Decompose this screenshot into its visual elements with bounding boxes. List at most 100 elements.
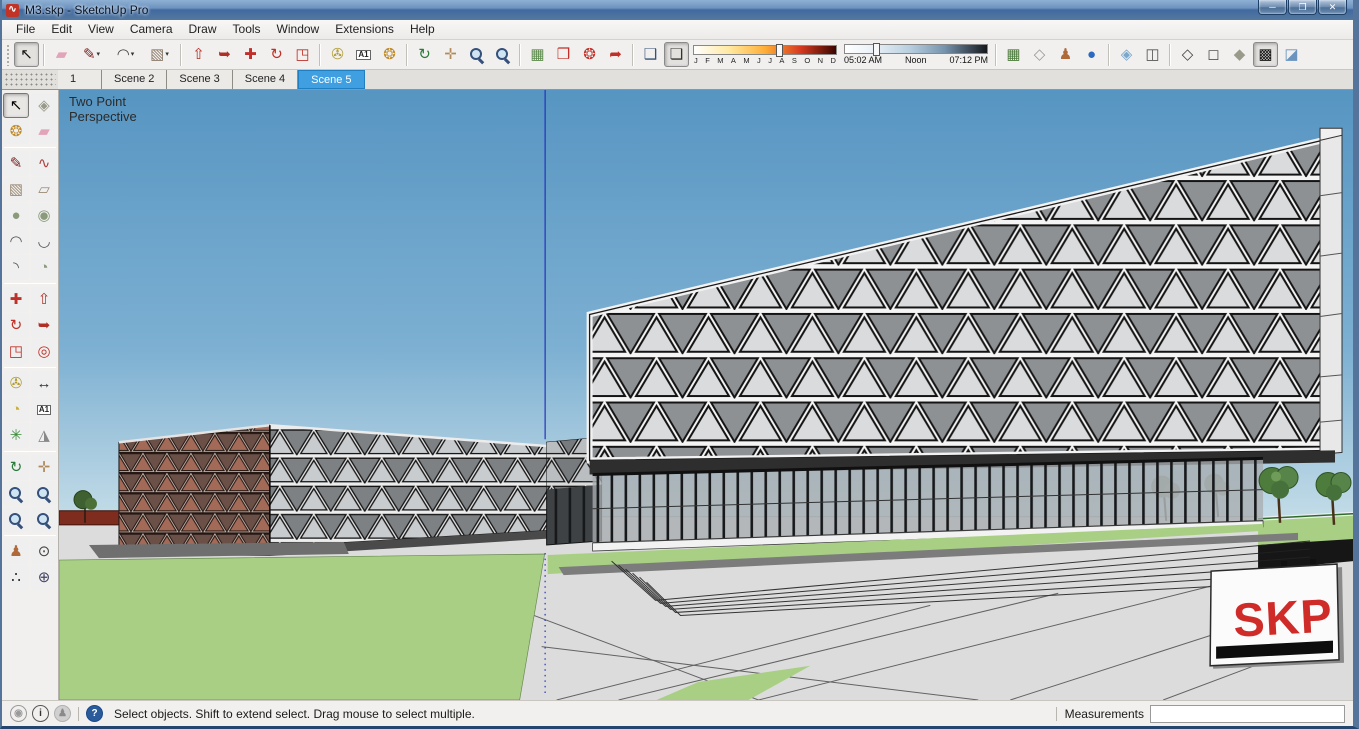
rotate-tool[interactable]: ↻ bbox=[3, 313, 29, 338]
look-around-tool[interactable]: ⊙ bbox=[31, 539, 57, 564]
make-component-tool[interactable]: ◈ bbox=[31, 93, 57, 118]
model-viewport[interactable]: SKP Two Point Perspective bbox=[59, 90, 1353, 700]
rectangle-tool[interactable]: ▧ bbox=[3, 177, 29, 202]
arc-tool[interactable]: ◠ ▾ bbox=[109, 42, 142, 67]
position-camera-tool[interactable]: ♟ bbox=[3, 539, 29, 564]
paint-bucket-tool[interactable]: ❂ bbox=[377, 42, 402, 67]
photo-textures-button[interactable]: ♟ bbox=[1053, 42, 1078, 67]
warehouse-3d-tool[interactable]: ❒ bbox=[551, 42, 576, 67]
circle-tool[interactable]: ● bbox=[3, 203, 29, 228]
orbit-tool[interactable]: ↻ bbox=[3, 455, 29, 480]
dimensions-tool[interactable]: ↔ bbox=[31, 371, 57, 396]
menu-tools[interactable]: Tools bbox=[225, 20, 269, 39]
hidden-line-style-button[interactable]: ◻ bbox=[1201, 42, 1226, 67]
zoom-previous-tool[interactable] bbox=[31, 507, 57, 532]
share-model-tool[interactable]: ➦ bbox=[603, 42, 628, 67]
pan-tool[interactable]: ✛ bbox=[438, 42, 463, 67]
extension-warehouse-tool[interactable]: ❂ bbox=[577, 42, 602, 67]
time-slider-track[interactable] bbox=[844, 43, 988, 56]
polygon-tool[interactable]: ◉ bbox=[31, 203, 57, 228]
shadow-toggle-button[interactable]: ❏ bbox=[664, 42, 689, 67]
zoom-tool[interactable] bbox=[464, 42, 489, 67]
dropdown-arrow-icon[interactable]: ▾ bbox=[165, 51, 169, 58]
three-point-arc-tool[interactable]: ◝ bbox=[3, 255, 29, 280]
walk-tool[interactable]: ∴ bbox=[3, 565, 29, 590]
signin-icon[interactable]: ♟ bbox=[54, 705, 71, 722]
photo-map-tool[interactable]: ▦ bbox=[525, 42, 550, 67]
zoom-extents-tool[interactable] bbox=[3, 507, 29, 532]
pie-tool[interactable]: ◔ bbox=[31, 255, 57, 280]
tape-measure-tool[interactable]: ✇ bbox=[325, 42, 350, 67]
follow-me-tool[interactable]: ➥ bbox=[31, 313, 57, 338]
text-tool[interactable]: A1 bbox=[31, 397, 57, 422]
restore-button[interactable]: ❐ bbox=[1288, 0, 1317, 15]
two-point-arc-tool[interactable]: ◡ bbox=[31, 229, 57, 254]
viewport-canvas[interactable]: SKP Two Point Perspective bbox=[59, 90, 1353, 700]
move-tool[interactable]: ✚ bbox=[238, 42, 263, 67]
line-tool[interactable]: ✎ ▾ bbox=[75, 42, 108, 67]
line-tool[interactable]: ✎ bbox=[3, 151, 29, 176]
shadow-month-slider[interactable]: JFMAMJJASOND bbox=[690, 42, 840, 68]
rectangle-tool[interactable]: ▧ ▾ bbox=[143, 42, 176, 67]
freehand-tool[interactable]: ∿ bbox=[31, 151, 57, 176]
shaded-style-button[interactable]: ◆ bbox=[1227, 42, 1252, 67]
menu-camera[interactable]: Camera bbox=[122, 20, 181, 39]
push-pull-tool[interactable]: ⇧ bbox=[186, 42, 211, 67]
dropdown-arrow-icon[interactable]: ▾ bbox=[97, 51, 101, 58]
menu-view[interactable]: View bbox=[80, 20, 122, 39]
time-slider-thumb[interactable] bbox=[873, 43, 881, 56]
scene-tab-3[interactable]: Scene 3 bbox=[167, 70, 233, 89]
offset-tool[interactable]: ◎ bbox=[31, 339, 57, 364]
xray-style-button[interactable]: ◈ bbox=[1114, 42, 1139, 67]
menu-draw[interactable]: Draw bbox=[181, 20, 225, 39]
select-tool[interactable]: ↖ bbox=[14, 42, 39, 67]
push-pull-tool[interactable]: ⇧ bbox=[31, 287, 57, 312]
toggle-terrain-button[interactable]: ◇ bbox=[1027, 42, 1052, 67]
arc-tool[interactable]: ◠ bbox=[3, 229, 29, 254]
measurements-input[interactable] bbox=[1150, 704, 1345, 723]
follow-me-tool[interactable]: ➥ bbox=[212, 42, 237, 67]
three-d-text-tool[interactable]: ◮ bbox=[31, 423, 57, 448]
scale-tool[interactable]: ◳ bbox=[3, 339, 29, 364]
wireframe-style-button[interactable]: ◇ bbox=[1175, 42, 1200, 67]
paint-bucket-tool[interactable]: ❂ bbox=[3, 119, 29, 144]
select-tool[interactable]: ↖ bbox=[3, 93, 29, 118]
month-slider-thumb[interactable] bbox=[776, 43, 784, 57]
axes-tool[interactable]: ✳ bbox=[3, 423, 29, 448]
help-icon[interactable]: ? bbox=[86, 705, 103, 722]
menu-window[interactable]: Window bbox=[269, 20, 328, 39]
scale-tool[interactable]: ◳ bbox=[290, 42, 315, 67]
zoom-extents-tool[interactable] bbox=[490, 42, 515, 67]
rotated-rectangle-tool[interactable]: ▱ bbox=[31, 177, 57, 202]
credits-icon[interactable]: i bbox=[32, 705, 49, 722]
menu-edit[interactable]: Edit bbox=[43, 20, 80, 39]
back-edges-style-button[interactable]: ◫ bbox=[1140, 42, 1165, 67]
geolocation-icon[interactable]: ◉ bbox=[10, 705, 27, 722]
dropdown-arrow-icon[interactable]: ▾ bbox=[131, 51, 135, 58]
menu-extensions[interactable]: Extensions bbox=[327, 20, 402, 39]
add-location-button[interactable]: ▦ bbox=[1001, 42, 1026, 67]
protractor-tool[interactable]: ◔ bbox=[3, 397, 29, 422]
shaded-textures-style-button[interactable]: ▩ bbox=[1253, 42, 1278, 67]
orbit-tool[interactable]: ↻ bbox=[412, 42, 437, 67]
menu-file[interactable]: File bbox=[8, 20, 43, 39]
scene-tab-5[interactable]: Scene 5 bbox=[298, 70, 365, 89]
shadow-settings-button[interactable]: ❑ bbox=[638, 42, 663, 67]
scene-tab-2[interactable]: Scene 2 bbox=[102, 70, 168, 89]
rotate-tool[interactable]: ↻ bbox=[264, 42, 289, 67]
scene-tab-4[interactable]: Scene 4 bbox=[232, 70, 299, 89]
menu-help[interactable]: Help bbox=[402, 20, 443, 39]
eraser-tool[interactable]: ▰ bbox=[49, 42, 74, 67]
zoom-tool[interactable] bbox=[3, 481, 29, 506]
tape-measure-tool[interactable]: ✇ bbox=[3, 371, 29, 396]
close-button[interactable]: ✕ bbox=[1318, 0, 1347, 15]
google-earth-button[interactable]: ● bbox=[1079, 42, 1104, 67]
zoom-window-tool[interactable] bbox=[31, 481, 57, 506]
month-slider-track[interactable] bbox=[693, 43, 837, 57]
shadow-time-slider[interactable]: 05:02 AM Noon 07:12 PM bbox=[841, 42, 991, 68]
move-tool[interactable]: ✚ bbox=[3, 287, 29, 312]
eraser-tool[interactable]: ▰ bbox=[31, 119, 57, 144]
scene-tab-1[interactable]: 1 bbox=[58, 70, 102, 89]
section-plane-tool[interactable]: ⊕ bbox=[31, 565, 57, 590]
monochrome-style-button[interactable]: ◪ bbox=[1279, 42, 1304, 67]
